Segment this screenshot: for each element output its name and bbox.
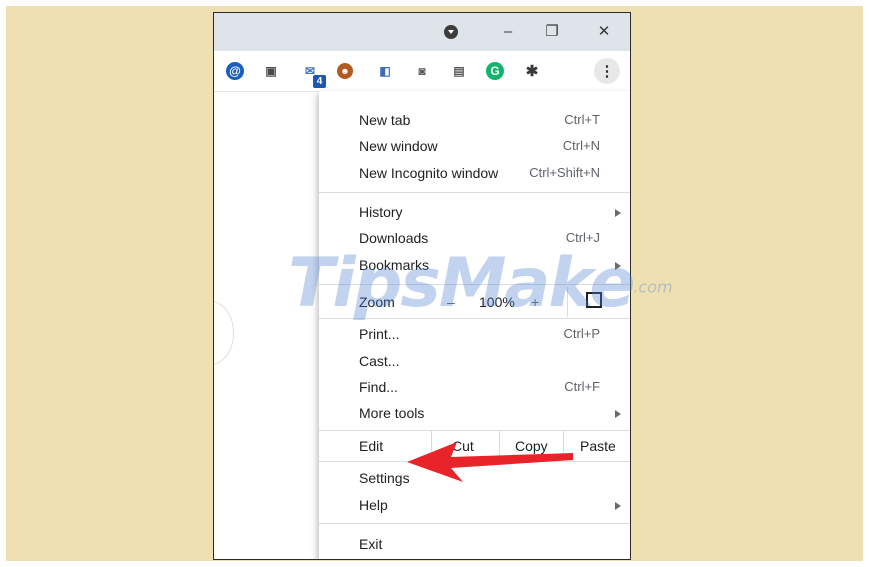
fullscreen-icon[interactable] [586, 292, 602, 308]
menu-item-label: Settings [359, 470, 410, 486]
menu-item-label: New window [359, 138, 438, 154]
menu-item-label: Bookmarks [359, 257, 430, 273]
title-bar: – ❐ ✕ [214, 13, 630, 51]
zoom-out-button[interactable]: – [447, 294, 455, 310]
menu-item-label: New Incognito window [359, 165, 499, 181]
minimize-button[interactable]: – [494, 18, 522, 46]
menu-divider [319, 284, 630, 285]
profile-icon[interactable] [444, 25, 458, 39]
menu-item-history[interactable]: History [319, 200, 630, 226]
menu-item-new-window[interactable]: New window Ctrl+N [319, 134, 630, 160]
menu-item-label: Find... [359, 379, 398, 395]
chrome-main-menu: New tab Ctrl+T New window Ctrl+N New Inc… [319, 91, 630, 559]
puzzle-icon[interactable]: ✱ [522, 61, 542, 81]
avatar-extension-icon[interactable]: ☻ [337, 63, 353, 79]
extensions-toolbar: @ ▣ ✉ 4 ☻ ◧ ◙ ▤ G ✱ ⋮ [214, 51, 630, 92]
menu-item-find[interactable]: Find... Ctrl+F [319, 375, 630, 401]
edit-divider [499, 431, 500, 461]
notification-badge: 4 [313, 75, 326, 88]
menu-item-more-tools[interactable]: More tools [319, 401, 630, 427]
menu-item-label: More tools [359, 405, 425, 421]
menu-divider [319, 461, 630, 462]
menu-item-label: Cast... [359, 353, 400, 369]
menu-item-help[interactable]: Help [319, 493, 630, 519]
menu-item-label: History [359, 204, 403, 220]
edit-divider [563, 431, 564, 461]
zoom-label: Zoom [359, 294, 395, 310]
account-icon[interactable]: @ [226, 62, 244, 80]
submenu-arrow-icon [615, 209, 621, 217]
menu-divider [319, 192, 630, 193]
menu-divider [319, 318, 630, 319]
menu-item-shortcut: Ctrl+F [564, 379, 600, 394]
zoom-row: Zoom – 100% + [319, 287, 630, 317]
zoom-level: 100% [479, 294, 515, 310]
restore-button[interactable]: ❐ [538, 18, 566, 46]
browser-window: – ❐ ✕ @ ▣ ✉ 4 ☻ ◧ ◙ ▤ G ✱ ⋮ New tab Ctrl… [213, 12, 631, 560]
menu-item-label: Exit [359, 536, 383, 552]
menu-item-shortcut: Ctrl+Shift+N [529, 165, 600, 180]
menu-item-new-incognito-window[interactable]: New Incognito window Ctrl+Shift+N [319, 161, 630, 187]
menu-item-downloads[interactable]: Downloads Ctrl+J [319, 226, 630, 252]
menu-item-settings[interactable]: Settings [319, 466, 630, 492]
menu-item-shortcut: Ctrl+J [565, 230, 600, 245]
submenu-arrow-icon [615, 502, 621, 510]
menu-item-bookmarks[interactable]: Bookmarks [319, 253, 630, 279]
edit-label: Edit [359, 438, 384, 454]
menu-item-cast[interactable]: Cast... [319, 349, 630, 375]
edit-row: Edit Cut Copy Paste [319, 431, 630, 461]
more-menu-button[interactable]: ⋮ [594, 58, 620, 84]
menu-item-label: Downloads [359, 230, 429, 246]
menu-item-label: Help [359, 497, 388, 513]
gallery-icon[interactable]: ▤ [449, 61, 469, 81]
save-icon[interactable]: ▣ [261, 61, 281, 81]
menu-item-shortcut: Ctrl+T [564, 112, 600, 127]
menu-item-exit[interactable]: Exit [319, 532, 630, 558]
zoom-in-button[interactable]: + [531, 294, 539, 310]
edit-divider [431, 431, 432, 461]
paste-button[interactable]: Paste [580, 438, 616, 454]
copy-button[interactable]: Copy [515, 438, 548, 454]
menu-item-label: New tab [359, 112, 411, 128]
menu-item-new-tab[interactable]: New tab Ctrl+T [319, 108, 630, 134]
reader-icon[interactable]: ◧ [375, 61, 395, 81]
close-button[interactable]: ✕ [590, 18, 618, 46]
cut-button[interactable]: Cut [452, 438, 474, 454]
menu-item-shortcut: Ctrl+N [562, 138, 600, 153]
submenu-arrow-icon [615, 410, 621, 418]
submenu-arrow-icon [615, 262, 621, 270]
zoom-divider [567, 287, 568, 317]
page-content-element [214, 301, 234, 365]
menu-item-label: Print... [359, 326, 400, 342]
menu-divider [319, 523, 630, 524]
menu-item-print[interactable]: Print... Ctrl+P [319, 322, 630, 348]
camera-icon[interactable]: ◙ [412, 61, 432, 81]
grammarly-icon[interactable]: G [486, 62, 504, 80]
menu-item-shortcut: Ctrl+P [563, 326, 600, 341]
